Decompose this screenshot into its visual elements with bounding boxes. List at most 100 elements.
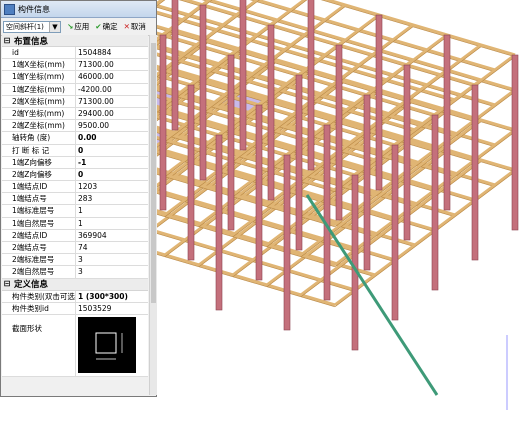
property-row[interactable]: 轴转角 (度) 0.00 xyxy=(2,132,148,145)
property-key: 2端Z向偏移 xyxy=(2,168,76,181)
property-key: 2端X坐标(mm) xyxy=(2,95,76,107)
property-value[interactable]: 46000.00 xyxy=(76,71,148,82)
definition-section-title: 定义信息 xyxy=(14,280,49,291)
property-value[interactable]: 0 xyxy=(76,145,148,156)
collapse-icon[interactable]: ⊟ xyxy=(3,36,11,45)
beam-edge xyxy=(334,131,516,268)
property-value[interactable]: 3 xyxy=(76,254,148,265)
property-key: 轴转角 (度) xyxy=(2,132,76,144)
ok-button[interactable]: ✔ 确定 xyxy=(95,21,117,32)
property-row[interactable]: 1端Y坐标(mm) 46000.00 xyxy=(2,71,148,84)
column xyxy=(239,0,247,151)
property-key: 1端Z坐标(mm) xyxy=(2,83,76,95)
property-key: 2端Y坐标(mm) xyxy=(2,107,76,120)
column xyxy=(363,94,371,271)
property-row[interactable]: 2端结点ID 369904 xyxy=(2,229,148,242)
property-key: id xyxy=(2,47,76,59)
property-key: 2端Z坐标(mm) xyxy=(2,120,76,132)
column xyxy=(283,154,291,331)
collapse-icon[interactable]: ⊟ xyxy=(3,280,11,288)
ok-label: 确定 xyxy=(102,22,118,31)
property-value[interactable]: 1 xyxy=(76,205,148,216)
layout-section-title: 布置信息 xyxy=(14,36,49,47)
property-row[interactable]: 打 断 标 记0 xyxy=(2,144,148,157)
column xyxy=(255,104,263,281)
property-row[interactable]: 2端标准层号 3 xyxy=(2,254,148,267)
definition-section-header[interactable]: ⊟ 定义信息 xyxy=(2,278,148,291)
property-value[interactable]: -4200.00 xyxy=(76,84,148,95)
property-row[interactable]: 2端Y坐标(mm) 29400.00 xyxy=(2,107,148,121)
component-type-select[interactable]: 空间斜杆(1) ▼ xyxy=(3,20,61,33)
property-row[interactable]: 1端自然层号 1 xyxy=(2,217,148,230)
property-value[interactable]: 283 xyxy=(76,193,148,204)
property-value[interactable]: 0 xyxy=(76,169,148,180)
layout-section-header[interactable]: ⊟ 布置信息 xyxy=(2,35,148,47)
property-row[interactable]: 2端X坐标(mm) 71300.00 xyxy=(2,95,148,108)
property-value[interactable]: 71300.00 xyxy=(76,59,148,70)
property-value[interactable]: 0.00 xyxy=(76,132,148,143)
property-row[interactable]: 2端结点号 74 xyxy=(2,242,148,255)
apply-button[interactable]: ↘ 应用 xyxy=(67,21,89,32)
property-key: 1端结点ID xyxy=(2,181,76,193)
property-value[interactable]: 29400.00 xyxy=(76,108,148,119)
property-value[interactable]: 1 (300*300) xyxy=(76,291,148,302)
property-row[interactable]: 1端Z坐标(mm) -4200.00 xyxy=(2,83,148,96)
property-row[interactable]: 2端自然层号 3 xyxy=(2,266,148,279)
property-row[interactable]: 1端Z向偏移 -1 xyxy=(2,156,148,169)
property-value[interactable]: 71300.00 xyxy=(76,96,148,107)
column xyxy=(471,84,479,261)
column xyxy=(323,124,331,301)
property-value[interactable]: 1 xyxy=(76,218,148,229)
column xyxy=(307,0,315,171)
property-value[interactable]: 1503529 xyxy=(76,303,148,314)
property-row[interactable]: 构件类别id 1503529 xyxy=(2,302,148,315)
panel-toolbar: 空间斜杆(1) ▼ ↘ 应用 ✔ 确定 ✕ 取消 xyxy=(1,18,156,36)
component-type-value: 空间斜杆(1) xyxy=(6,22,44,31)
property-row[interactable]: 2端Z坐标(mm) 9500.00 xyxy=(2,120,148,133)
property-row[interactable]: 1端结点ID 1203 xyxy=(2,181,148,194)
property-value[interactable]: 1203 xyxy=(76,181,148,192)
column xyxy=(171,0,179,131)
column xyxy=(215,134,223,311)
component-info-panel: 构件信息 空间斜杆(1) ▼ ↘ 应用 ✔ 确定 ✕ 取消 ⊟ 布置信息 id 1… xyxy=(0,0,157,397)
property-row[interactable]: 1端结点号 283 xyxy=(2,193,148,206)
column xyxy=(375,14,383,191)
column xyxy=(403,64,411,241)
panel-titlebar[interactable]: 构件信息 xyxy=(1,1,156,18)
property-row[interactable]: 2端Z向偏移 0 xyxy=(2,168,148,182)
section-shape-preview xyxy=(76,315,148,376)
column xyxy=(227,54,235,231)
column xyxy=(187,84,195,261)
column xyxy=(391,144,399,321)
property-value[interactable]: 1504884 xyxy=(76,47,148,58)
column xyxy=(267,24,275,201)
property-key: 构件类别id xyxy=(2,302,76,314)
property-key: 2端标准层号 xyxy=(2,254,76,266)
property-value[interactable]: 369904 xyxy=(76,230,148,241)
property-row[interactable]: id 1504884 xyxy=(2,47,148,60)
panel-scrollbar[interactable] xyxy=(149,35,157,395)
property-value[interactable]: 74 xyxy=(76,242,148,253)
property-row[interactable]: 构件类别(双击可选 1 (300*300) xyxy=(2,290,148,303)
property-value[interactable]: 9500.00 xyxy=(76,120,148,131)
property-row[interactable]: 1端X坐标(mm) 71300.00 xyxy=(2,59,148,72)
column xyxy=(159,34,167,211)
property-key: 打 断 标 记 xyxy=(2,144,76,156)
section-shape-row: 截面形状 xyxy=(2,314,148,377)
cancel-button[interactable]: ✕ 取消 xyxy=(124,21,146,32)
property-key: 2端结点ID xyxy=(2,229,76,241)
property-row[interactable]: 1端标准层号 1 xyxy=(2,205,148,218)
property-value[interactable]: 3 xyxy=(76,266,148,277)
property-key: 1端结点号 xyxy=(2,193,76,205)
apply-icon: ↘ xyxy=(67,22,74,31)
apply-label: 应用 xyxy=(74,22,90,31)
column xyxy=(511,54,519,231)
property-key: 构件类别(双击可选 xyxy=(2,290,76,302)
column xyxy=(431,114,439,291)
close-icon: ✕ xyxy=(123,22,130,31)
property-value[interactable]: -1 xyxy=(76,157,148,168)
chevron-down-icon[interactable]: ▼ xyxy=(49,21,60,32)
property-key: 2端结点号 xyxy=(2,242,76,254)
column xyxy=(443,34,451,211)
scrollbar-thumb[interactable] xyxy=(151,43,156,303)
